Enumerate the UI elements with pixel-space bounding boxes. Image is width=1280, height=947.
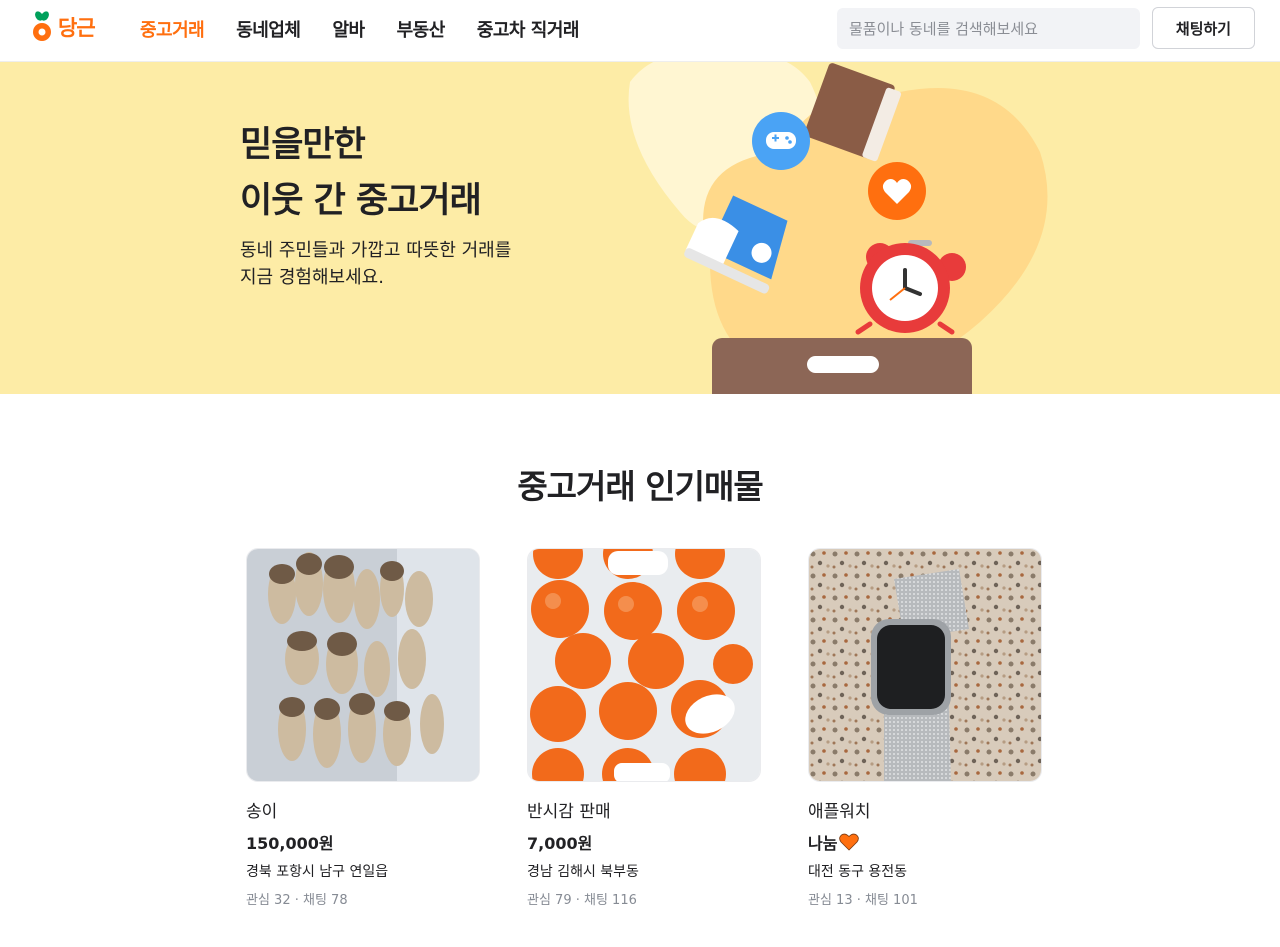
product-card[interactable]: 애플워치 나눔 대전 동구 용전동 관심 13 · 채팅 101 bbox=[808, 548, 1042, 908]
logo[interactable]: 당근 bbox=[32, 8, 96, 46]
nav-item-real-estate[interactable]: 부동산 bbox=[397, 16, 446, 42]
product-location: 경남 김해시 북부동 bbox=[527, 864, 639, 880]
logo-text: 당근 bbox=[58, 16, 96, 40]
heart-bubble-icon bbox=[868, 162, 926, 220]
hero-title: 믿을만한 이웃 간 중고거래 bbox=[240, 117, 482, 229]
product-title: 송이 bbox=[246, 802, 278, 822]
main-nav: 중고거래 동네업체 알바 부동산 중고차 직거래 bbox=[140, 0, 579, 58]
product-image bbox=[527, 548, 761, 782]
nav-item-used-cars[interactable]: 중고차 직거래 bbox=[477, 16, 580, 42]
persimmon-photo bbox=[528, 549, 760, 781]
top-header: 당근 중고거래 동네업체 알바 부동산 중고차 직거래 채팅하기 bbox=[0, 0, 1280, 62]
mushroom-photo bbox=[247, 549, 479, 781]
apple-watch-photo bbox=[809, 549, 1041, 781]
product-card[interactable]: 송이 150,000원 경북 포항시 남구 연일읍 관심 32 · 채팅 78 bbox=[246, 548, 480, 908]
product-counts: 관심 79 · 채팅 116 bbox=[527, 893, 637, 908]
product-price-text: 나눔 bbox=[808, 834, 838, 853]
product-location: 대전 동구 용전동 bbox=[808, 864, 908, 880]
product-price: 7,000원 bbox=[527, 830, 761, 854]
product-image bbox=[808, 548, 1042, 782]
game-controller-icon bbox=[752, 112, 810, 170]
product-location: 경북 포항시 남구 연일읍 bbox=[246, 864, 389, 880]
product-title: 애플워치 bbox=[808, 802, 871, 822]
hero-title-line-2: 이웃 간 중고거래 bbox=[240, 181, 482, 221]
section-title: 중고거래 인기매물 bbox=[517, 467, 763, 506]
chat-button[interactable]: 채팅하기 bbox=[1152, 7, 1255, 49]
product-price: 나눔 bbox=[808, 830, 1042, 854]
product-image bbox=[246, 548, 480, 782]
hero-desc-line-2: 지금 경험해보세요. bbox=[240, 267, 384, 288]
nav-item-used-trade[interactable]: 중고거래 bbox=[140, 16, 205, 42]
hero-description: 동네 주민들과 가깝고 따뜻한 거래를 지금 경험해보세요. bbox=[240, 237, 511, 291]
box-icon bbox=[712, 338, 972, 394]
product-counts: 관심 13 · 채팅 101 bbox=[808, 893, 918, 908]
search-input[interactable] bbox=[837, 8, 1140, 49]
product-title: 반시감 판매 bbox=[527, 802, 611, 822]
hero-desc-line-1: 동네 주민들과 가깝고 따뜻한 거래를 bbox=[240, 240, 512, 261]
heart-icon bbox=[839, 833, 860, 851]
carrot-logo-icon bbox=[33, 11, 51, 41]
nav-item-local-business[interactable]: 동네업체 bbox=[236, 16, 301, 42]
hero-illustration bbox=[628, 62, 1048, 394]
hero-title-line-1: 믿을만한 bbox=[240, 125, 366, 165]
product-price-text: 7,000원 bbox=[527, 834, 593, 853]
product-counts: 관심 32 · 채팅 78 bbox=[246, 893, 348, 908]
nav-item-part-time-jobs[interactable]: 알바 bbox=[333, 16, 366, 42]
product-price-text: 150,000원 bbox=[246, 834, 334, 853]
product-list: 송이 150,000원 경북 포항시 남구 연일읍 관심 32 · 채팅 78 bbox=[246, 548, 1042, 908]
product-card[interactable]: 반시감 판매 7,000원 경남 김해시 북부동 관심 79 · 채팅 116 bbox=[527, 548, 761, 908]
product-price: 150,000원 bbox=[246, 830, 480, 854]
hero-banner: 믿을만한 이웃 간 중고거래 동네 주민들과 가깝고 따뜻한 거래를 지금 경험… bbox=[0, 62, 1280, 394]
